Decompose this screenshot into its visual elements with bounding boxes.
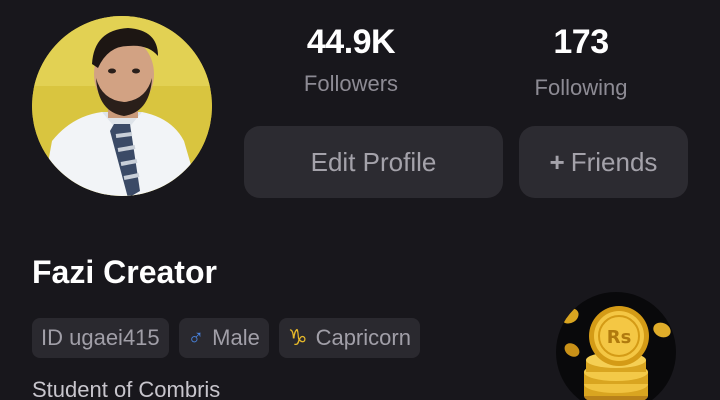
plus-icon: + xyxy=(549,146,565,177)
profile-page: 44.9K Followers 173 Following Edit Profi… xyxy=(0,0,720,400)
following-label: Following xyxy=(534,75,628,100)
followers-stat[interactable]: 44.9K Followers xyxy=(271,22,431,98)
profile-bio: Student of Combris xyxy=(32,377,221,400)
avatar[interactable] xyxy=(32,16,212,196)
profile-tags: ID ugaei415 ♂ Male ♑ Capricorn xyxy=(32,318,420,358)
avatar-photo xyxy=(32,16,212,196)
user-id-tag[interactable]: ID ugaei415 xyxy=(32,318,169,358)
zodiac-tag: ♑ Capricorn xyxy=(278,318,420,358)
coin-symbol: Rs xyxy=(607,327,632,348)
followers-count: 44.9K xyxy=(306,23,396,61)
coin-stack-icon: Rs xyxy=(561,306,671,400)
profile-name: Fazi Creator xyxy=(32,254,217,290)
gender-label: Male xyxy=(212,325,260,350)
friends-label: Friends xyxy=(570,146,658,177)
capricorn-icon: ♑ xyxy=(287,325,308,350)
add-friends-button[interactable]: + Friends xyxy=(519,126,688,198)
edit-profile-button[interactable]: Edit Profile xyxy=(244,126,503,198)
coins-badge[interactable]: Rs xyxy=(556,292,676,400)
male-icon: ♂ xyxy=(187,325,205,350)
zodiac-label: Capricorn xyxy=(315,325,411,350)
followers-label: Followers xyxy=(303,71,399,96)
following-count: 173 xyxy=(553,23,609,61)
following-stat[interactable]: 173 Following xyxy=(501,22,661,102)
gender-tag: ♂ Male xyxy=(178,318,269,358)
user-id-label: ID ugaei415 xyxy=(41,325,160,350)
